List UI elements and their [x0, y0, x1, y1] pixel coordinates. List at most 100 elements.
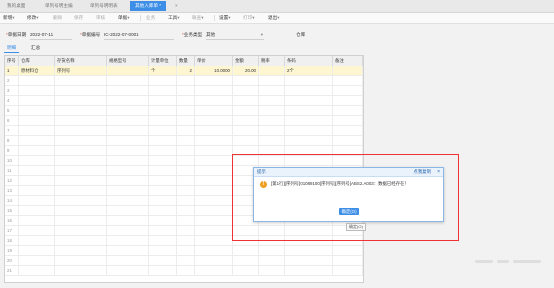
grid-cell[interactable]	[149, 166, 177, 176]
grid-cell[interactable]	[107, 136, 149, 146]
cell-qty[interactable]: 2	[177, 66, 195, 76]
toolbar-query-button[interactable]: 联查▾	[192, 14, 204, 22]
grid-cell[interactable]	[233, 76, 259, 86]
grid-cell[interactable]	[177, 86, 195, 96]
grid-cell[interactable]	[107, 186, 149, 196]
cell-amount[interactable]: 20.00	[233, 66, 259, 76]
grid-cell[interactable]	[107, 216, 149, 226]
grid-cell[interactable]	[55, 216, 107, 226]
grid-cell[interactable]	[55, 116, 107, 126]
grid-cell[interactable]	[55, 106, 107, 116]
grid-cell[interactable]	[177, 236, 195, 246]
grid-cell[interactable]	[107, 226, 149, 236]
grid-cell[interactable]	[177, 226, 195, 236]
grid-cell[interactable]	[107, 126, 149, 136]
grid-cell[interactable]	[107, 156, 149, 166]
grid-cell[interactable]	[19, 236, 55, 246]
grid-cell[interactable]	[55, 96, 107, 106]
grid-cell[interactable]	[233, 86, 259, 96]
tab-serial-list[interactable]: 单列号明明表	[85, 1, 123, 11]
grid-cell[interactable]	[107, 146, 149, 156]
cell-code[interactable]: 2个	[285, 66, 333, 76]
table-row[interactable]: 20	[5, 256, 363, 266]
grid-cell[interactable]	[233, 116, 259, 126]
grid-cell[interactable]	[177, 96, 195, 106]
grid-cell[interactable]	[177, 196, 195, 206]
grid-cell[interactable]	[55, 76, 107, 86]
grid-cell[interactable]	[285, 256, 333, 266]
grid-cell[interactable]	[177, 246, 195, 256]
cell-item[interactable]: 序列号	[55, 66, 107, 76]
grid-cell[interactable]	[19, 176, 55, 186]
grid-cell[interactable]	[285, 116, 333, 126]
grid-cell[interactable]	[195, 226, 233, 236]
grid-cell[interactable]	[195, 136, 233, 146]
tab-other-inbound[interactable]: 其他入库单 *	[130, 1, 167, 11]
grid-cell[interactable]	[107, 176, 149, 186]
grid-cell[interactable]	[55, 136, 107, 146]
grid-cell[interactable]	[149, 156, 177, 166]
grid-cell[interactable]	[285, 106, 333, 116]
grid-cell[interactable]	[107, 246, 149, 256]
col-header[interactable]: 规格型号	[107, 56, 149, 66]
table-row[interactable]: 3	[5, 86, 363, 96]
grid-cell[interactable]	[149, 106, 177, 116]
grid-cell[interactable]	[55, 226, 107, 236]
grid-cell[interactable]	[55, 266, 107, 276]
grid-cell[interactable]	[107, 166, 149, 176]
grid-cell[interactable]	[107, 86, 149, 96]
tab-desktop[interactable]: 我的桌面	[2, 1, 30, 11]
grid-cell[interactable]	[333, 76, 363, 86]
ok-button[interactable]: 确定(O)	[339, 208, 359, 215]
grid-cell[interactable]	[195, 96, 233, 106]
grid-cell[interactable]	[195, 166, 233, 176]
grid-cell[interactable]	[177, 126, 195, 136]
grid-cell[interactable]	[19, 116, 55, 126]
table-row[interactable]: 19	[5, 246, 363, 256]
grid-cell[interactable]	[195, 266, 233, 276]
toolbar-business-button[interactable]: 业务	[146, 14, 155, 22]
grid-cell[interactable]	[259, 136, 285, 146]
grid-cell[interactable]	[55, 156, 107, 166]
grid-cell[interactable]	[285, 126, 333, 136]
col-header[interactable]: 计量单位	[149, 56, 177, 66]
grid-cell[interactable]	[19, 106, 55, 116]
biztype-select[interactable]: 其他 ▾	[206, 31, 264, 40]
tab-detail[interactable]: 明细	[4, 44, 20, 53]
col-header[interactable]: 仓库	[19, 56, 55, 66]
grid-cell[interactable]	[259, 96, 285, 106]
grid-cell[interactable]	[107, 206, 149, 216]
grid-cell[interactable]	[149, 146, 177, 156]
grid-cell[interactable]	[149, 96, 177, 106]
grid-cell[interactable]	[333, 116, 363, 126]
grid-cell[interactable]	[177, 106, 195, 116]
grid-cell[interactable]	[55, 256, 107, 266]
grid-cell[interactable]	[149, 136, 177, 146]
grid-cell[interactable]	[195, 216, 233, 226]
grid-cell[interactable]	[259, 126, 285, 136]
grid-cell[interactable]	[177, 116, 195, 126]
col-header[interactable]: 备注	[333, 56, 363, 66]
grid-cell[interactable]	[149, 216, 177, 226]
table-row[interactable]: 8	[5, 136, 363, 146]
tab-serial-main[interactable]: 单列号明主编	[40, 1, 78, 11]
grid-cell[interactable]	[19, 256, 55, 266]
col-header[interactable]: 数量	[177, 56, 195, 66]
grid-cell[interactable]	[107, 106, 149, 116]
grid-cell[interactable]	[195, 116, 233, 126]
grid-cell[interactable]	[285, 86, 333, 96]
grid-cell[interactable]	[55, 86, 107, 96]
cell-tax[interactable]	[259, 66, 285, 76]
col-header[interactable]: 金额	[233, 56, 259, 66]
grid-cell[interactable]	[19, 146, 55, 156]
close-icon[interactable]: ×	[437, 168, 440, 176]
grid-cell[interactable]	[149, 206, 177, 216]
grid-cell[interactable]	[149, 76, 177, 86]
grid-cell[interactable]	[285, 266, 333, 276]
cell-price[interactable]: 10.0000	[195, 66, 233, 76]
toolbar-settings-button[interactable]: 设置▾	[219, 14, 231, 22]
grid-cell[interactable]	[177, 186, 195, 196]
grid-cell[interactable]	[19, 246, 55, 256]
grid-cell[interactable]	[107, 236, 149, 246]
grid-cell[interactable]	[19, 156, 55, 166]
